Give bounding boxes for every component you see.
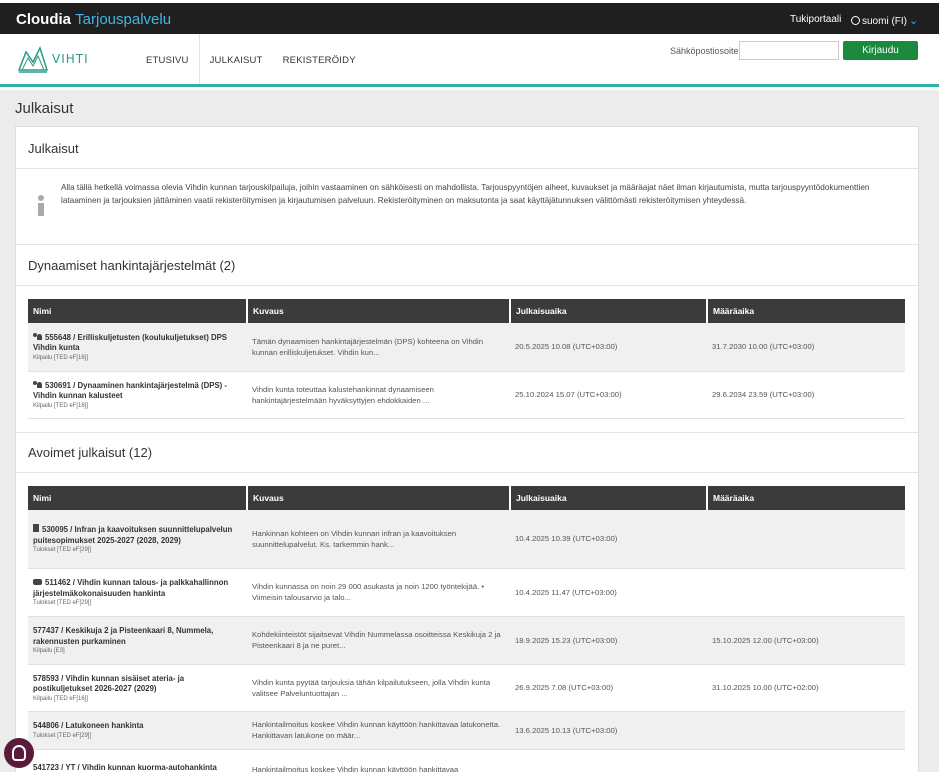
column-header-description[interactable]: Kuvaus — [247, 299, 511, 323]
row-type: Kilpailu [TED eF[16]] — [33, 402, 89, 409]
page-title: Julkaisut — [15, 100, 74, 117]
row-deadline: 31.10.2025 10.00 (UTC+02:00) — [707, 664, 905, 712]
column-header-description[interactable]: Kuvaus — [247, 486, 511, 510]
table-row[interactable]: 578593 / Vihdin kunnan sisäiset ateria- … — [28, 664, 905, 712]
document-icon — [33, 524, 39, 533]
language-label: suomi (FI) — [862, 16, 907, 27]
divider — [16, 432, 918, 433]
table-row[interactable]: 577437 / Keskikuja 2 ja Pisteenkaari 8, … — [28, 616, 905, 665]
row-title-link[interactable]: 530095 / Infran ja kaavoituksen suunnitt… — [33, 524, 242, 546]
row-title-link[interactable]: 541723 / YT / Vihdin kunnan kuorma-autoh… — [33, 763, 242, 772]
open-table: Nimi Kuvaus Julkaisuaika Määräaika 53009… — [28, 486, 905, 772]
row-title-link[interactable]: 578593 / Vihdin kunnan sisäiset ateria- … — [33, 674, 242, 695]
dps-section-title: Dynaamiset hankintajärjestelmät (2) — [28, 258, 236, 273]
row-type: Kilpailu [TED eF[16]] — [33, 354, 89, 361]
brand-accent: Tarjouspalvelu — [75, 11, 172, 28]
divider — [16, 168, 918, 169]
row-published: 10.4.2025 10.39 (UTC+03:00) — [510, 510, 707, 569]
login-button[interactable]: Kirjaudu — [843, 41, 918, 60]
row-description: Kohdekiinteistöt sijaitsevat Vihdin Numm… — [252, 630, 501, 650]
card-title: Julkaisut — [28, 141, 79, 156]
fingerprint-icon — [12, 745, 26, 761]
table-row[interactable]: 530095 / Infran ja kaavoituksen suunnitt… — [28, 510, 905, 569]
handshake-icon — [33, 579, 42, 585]
globe-icon — [851, 16, 860, 25]
row-type: Tulokset [TED eF[29]] — [33, 600, 92, 606]
table-row[interactable]: 544806 / Latukoneen hankinta Tulokset [TE… — [28, 711, 905, 750]
language-selector[interactable]: suomi (FI) ⌄ — [851, 14, 918, 27]
row-deadline: 31.7.2030 10.00 (UTC+03:00) — [707, 323, 905, 372]
row-type: Kilpailu [E3] — [33, 648, 65, 654]
row-published: 25.10.2024 15.07 (UTC+03:00) — [510, 371, 707, 419]
row-description: Vihdin kunta pyytää tarjouksia tähän kil… — [252, 677, 491, 698]
row-title-link[interactable]: 555648 / Erilliskuljetusten (koulukuljet… — [33, 332, 242, 354]
nav-link-julkaisut[interactable]: JULKAISUT — [198, 34, 273, 84]
row-deadline — [707, 568, 905, 617]
row-type: Tulokset [TED eF[29]] — [33, 547, 92, 554]
row-type: Tulokset [TED eF[29]] — [33, 732, 92, 739]
row-published — [510, 749, 707, 772]
table-row[interactable]: 530691 / Dynaaminen hankintajärjestelmä … — [28, 371, 905, 419]
chevron-down-icon: ⌄ — [909, 15, 919, 27]
divider — [16, 285, 918, 286]
column-header-deadline[interactable]: Määräaika — [707, 299, 905, 323]
row-published: 18.9.2025 15.23 (UTC+03:00) — [510, 616, 707, 665]
vihti-logo-icon — [17, 46, 49, 73]
support-portal-link[interactable]: Tukiportaali — [790, 14, 841, 25]
nav-link-rekisteroidy[interactable]: REKISTERÖIDY — [273, 34, 366, 84]
page-content: Julkaisut Julkaisut Alla tällä hetkellä … — [0, 90, 939, 772]
info-icon — [36, 195, 46, 217]
publications-card: Julkaisut Alla tällä hetkellä voimassa o… — [15, 126, 919, 772]
column-header-published[interactable]: Julkaisuaika — [510, 486, 708, 510]
nav-links: ETUSIVU JULKAISUT REKISTERÖIDY — [136, 34, 366, 84]
email-field[interactable] — [739, 41, 839, 60]
info-text: Alla tällä hetkellä voimassa olevia Vihd… — [61, 183, 870, 205]
divider — [16, 244, 918, 245]
main-nav: VIHTI ETUSIVU JULKAISUT REKISTERÖIDY Säh… — [0, 34, 939, 87]
row-deadline — [707, 749, 905, 772]
app-brand[interactable]: Cloudia Tarjouspalvelu — [16, 11, 171, 28]
column-header-name[interactable]: Nimi — [28, 486, 248, 510]
row-published: 26.9.2025 7.08 (UTC+03:00) — [510, 664, 707, 712]
row-type: Kilpailu [TED eF[16]] — [33, 695, 89, 702]
email-label: Sähköpostiosoite: — [670, 46, 742, 56]
table-row[interactable]: 511462 / Vihdin kunnan talous- ja palkka… — [28, 568, 905, 617]
row-deadline: 15.10.2025 12.00 (UTC+03:00) — [707, 616, 905, 665]
row-title-link[interactable]: 577437 / Keskikuja 2 ja Pisteenkaari 8, … — [33, 626, 242, 647]
row-description: Hankinnan kohteen on Vihdin kunnan infra… — [252, 528, 457, 549]
table-row[interactable]: 541723 / YT / Vihdin kunnan kuorma-autoh… — [28, 749, 905, 772]
row-published: 13.6.2025 10.13 (UTC+03:00) — [510, 711, 707, 750]
dps-table: Nimi Kuvaus Julkaisuaika Määräaika 55564… — [28, 299, 905, 419]
row-published: 20.5.2025 10.08 (UTC+03:00) — [510, 323, 707, 372]
column-header-name[interactable]: Nimi — [28, 299, 248, 323]
divider — [16, 472, 918, 473]
logo-text: VIHTI — [52, 52, 89, 66]
column-header-published[interactable]: Julkaisuaika — [510, 299, 708, 323]
row-description: Hankintailmoitus koskee Vihdin kunnan kä… — [252, 720, 501, 740]
row-title-link[interactable]: 530691 / Dynaaminen hankintajärjestelmä … — [33, 380, 242, 402]
row-description: Tämän dynaamisen hankintajärjestelmän (D… — [252, 336, 484, 357]
users-icon — [33, 332, 42, 340]
open-section-title: Avoimet julkaisut (12) — [28, 445, 153, 460]
row-title-link[interactable]: 511462 / Vihdin kunnan talous- ja palkka… — [33, 578, 242, 599]
row-deadline: 29.6.2034 23.59 (UTC+03:00) — [707, 371, 905, 419]
row-deadline — [707, 711, 905, 750]
row-deadline — [707, 510, 905, 569]
column-header-deadline[interactable]: Määräaika — [707, 486, 905, 510]
users-icon — [33, 380, 42, 388]
row-published: 10.4.2025 11.47 (UTC+03:00) — [510, 568, 707, 617]
row-title-link[interactable]: 544806 / Latukoneen hankinta — [33, 721, 242, 732]
table-row[interactable]: 555648 / Erilliskuljetusten (koulukuljet… — [28, 323, 905, 372]
vihti-logo[interactable]: VIHTI — [16, 42, 96, 76]
row-description: Hankintailmoitus koskee Vihdin kunnan kä… — [252, 764, 459, 772]
cookie-settings-button[interactable] — [4, 738, 34, 768]
row-description: Vihdin kunta toteuttaa kalustehankinnat … — [252, 384, 434, 405]
brand-name: Cloudia — [16, 11, 71, 28]
top-bar: Cloudia Tarjouspalvelu Tukiportaali suom… — [0, 0, 939, 34]
row-description: Vihdin kunnassa on noin 29 000 asukasta … — [252, 582, 485, 602]
nav-link-etusivu[interactable]: ETUSIVU — [136, 34, 199, 84]
